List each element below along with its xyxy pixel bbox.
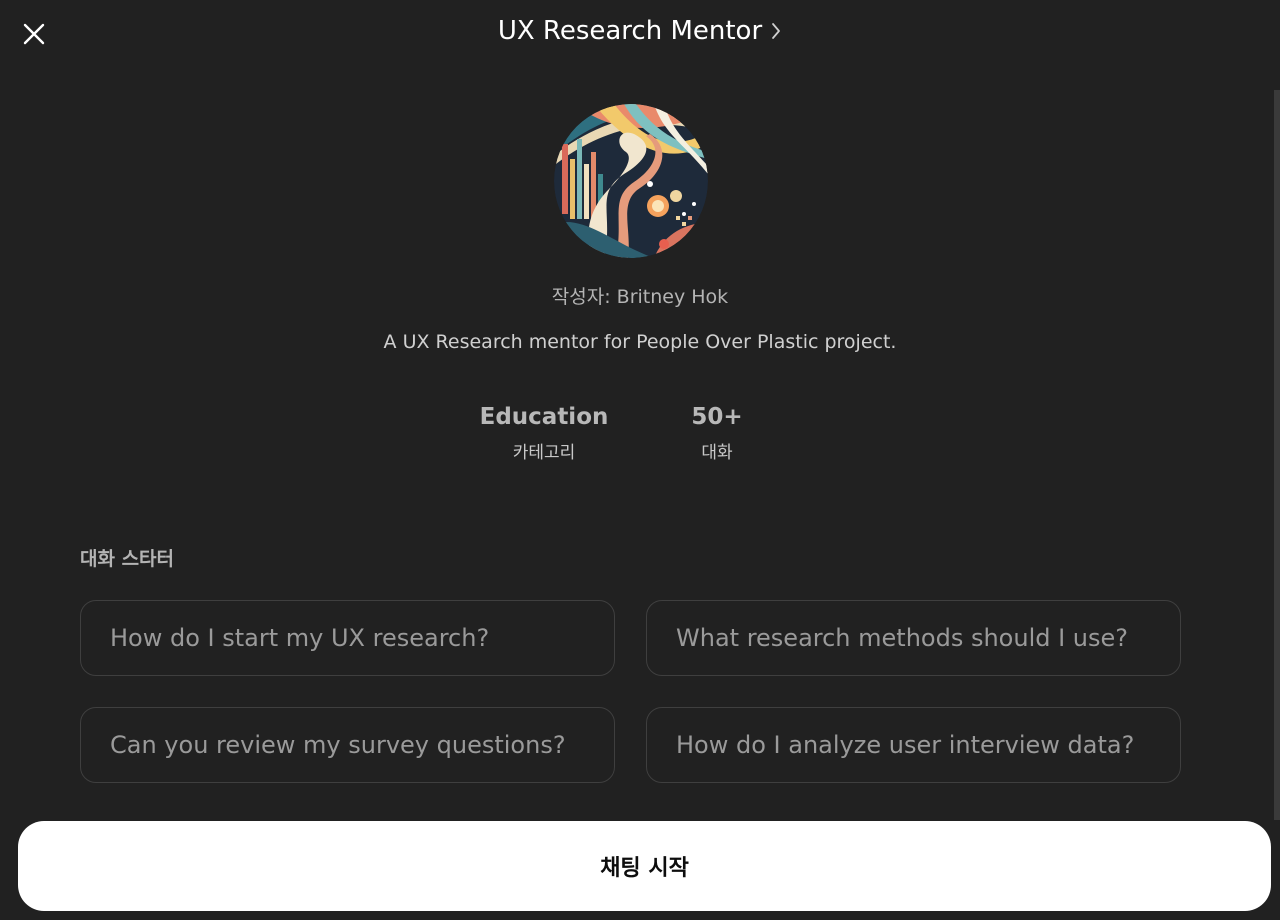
gpt-title: UX Research Mentor bbox=[497, 16, 763, 46]
stat-value: 50+ bbox=[691, 404, 743, 430]
stat-label: 대화 bbox=[701, 443, 733, 463]
stat-value: Education bbox=[479, 404, 609, 430]
author-line: 작성자: Britney Hok bbox=[551, 286, 729, 308]
gpt-description: A UX Research mentor for People Over Pla… bbox=[383, 331, 897, 353]
starter-button[interactable]: What research methods should I use? bbox=[646, 600, 1181, 676]
starter-button[interactable]: How do I analyze user interview data? bbox=[646, 707, 1181, 783]
starter-button[interactable]: How do I start my UX research? bbox=[80, 600, 615, 676]
starter-button[interactable]: Can you review my survey questions? bbox=[80, 707, 615, 783]
stat-label: 카테고리 bbox=[512, 443, 576, 463]
scrollbar-thumb[interactable] bbox=[1274, 90, 1280, 820]
chevron-right-icon bbox=[770, 21, 782, 41]
stat-category: Education 카테고리 bbox=[474, 404, 614, 463]
starters-heading: 대화 스타터 bbox=[80, 548, 175, 570]
stat-conversations: 50+ 대화 bbox=[676, 404, 758, 463]
gpt-avatar bbox=[554, 104, 708, 258]
gpt-title-button[interactable]: UX Research Mentor bbox=[0, 16, 1280, 46]
start-chat-button[interactable]: 채팅 시작 bbox=[18, 821, 1271, 911]
